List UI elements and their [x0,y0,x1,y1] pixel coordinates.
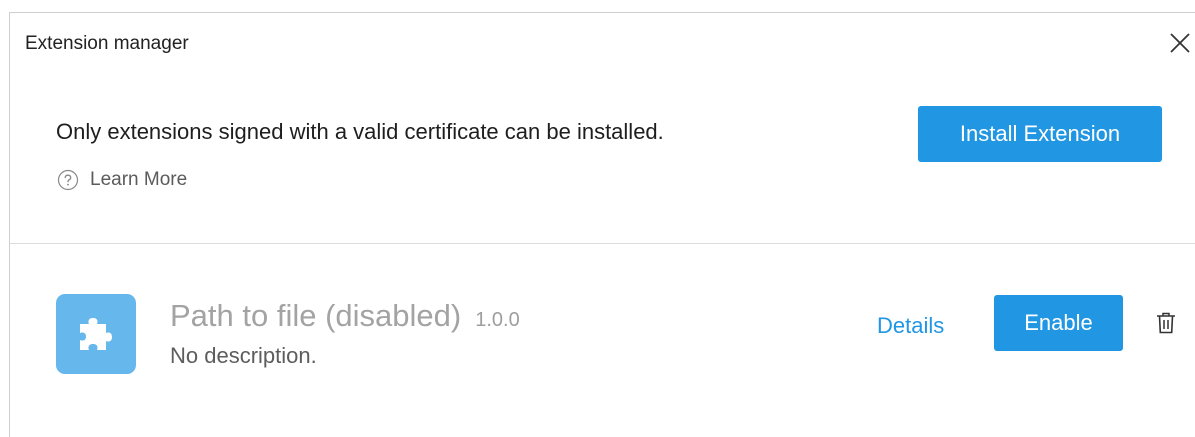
puzzle-piece-icon [80,318,112,350]
section-divider [10,243,1195,244]
extension-icon-tile [56,294,136,374]
extension-version: 1.0.0 [475,309,520,331]
delete-button[interactable] [1155,311,1177,335]
extension-name: Path to file (disabled) [170,298,462,333]
extension-title-row: Path to file (disabled) 1.0.0 [170,298,520,334]
details-link[interactable]: Details [877,313,944,339]
learn-more-label: Learn More [90,169,188,190]
install-extension-button[interactable]: Install Extension [918,106,1162,162]
extension-manager-dialog: Extension manager Only extensions signed… [9,12,1195,437]
dialog-title: Extension manager [25,33,189,54]
close-icon [1170,33,1190,53]
learn-more-link[interactable]: Learn More [57,169,187,191]
certificate-notice: Only extensions signed with a valid cert… [56,119,664,144]
enable-button[interactable]: Enable [994,295,1123,351]
extension-description: No description. [170,343,317,368]
close-button[interactable] [1167,30,1193,56]
help-circle-icon [57,169,79,191]
trash-icon [1157,312,1175,334]
